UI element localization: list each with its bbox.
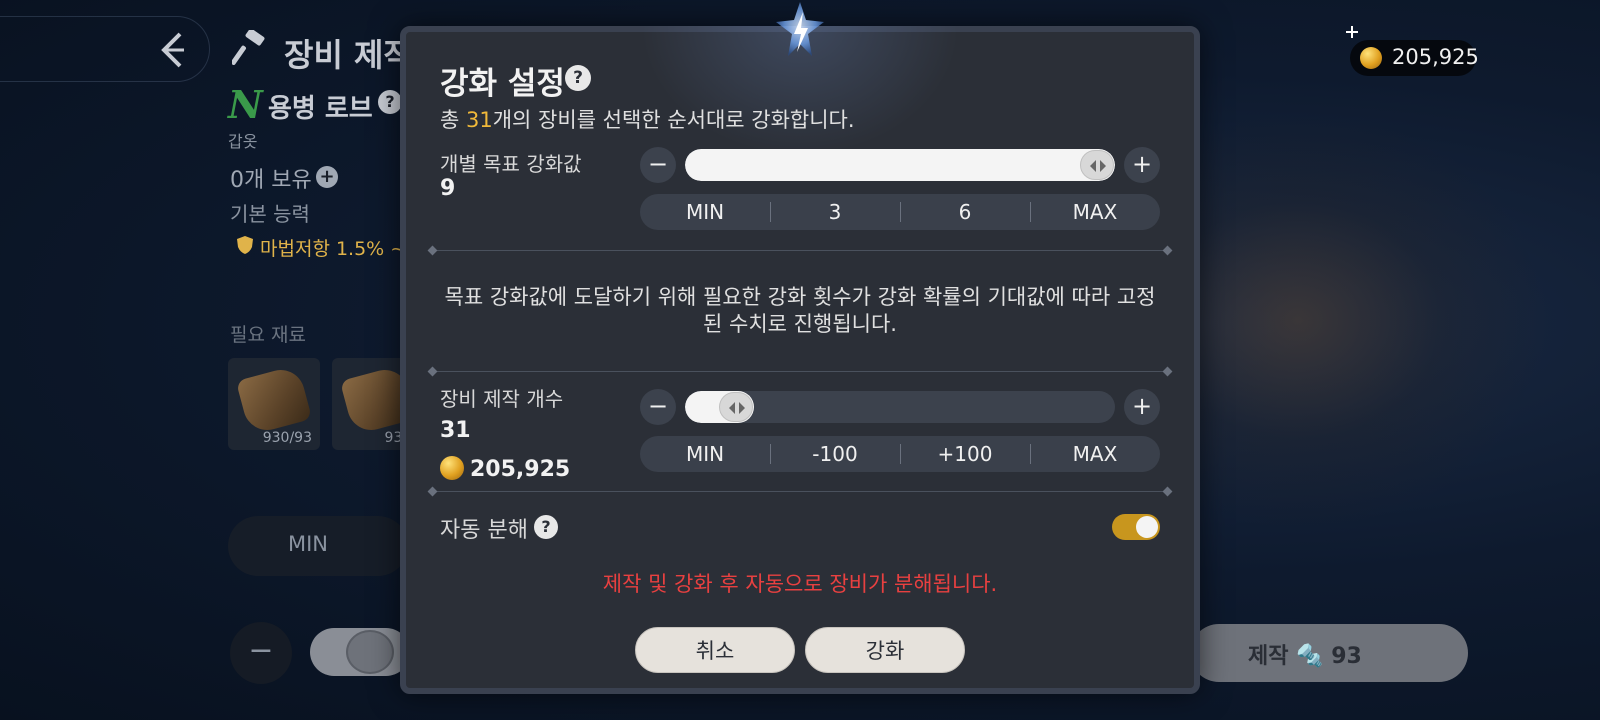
- help-icon[interactable]: ?: [565, 65, 591, 91]
- target-level-value: 9: [440, 176, 456, 201]
- target-level-label: 개별 목표 강화값: [440, 152, 582, 176]
- drag-arrows-icon: [729, 402, 745, 414]
- cancel-button[interactable]: 취소: [635, 627, 795, 673]
- materials-label: 필요 재료: [230, 324, 306, 346]
- preset-3[interactable]: 3: [770, 194, 900, 230]
- preset-min[interactable]: MIN: [640, 194, 770, 230]
- bg-preset-min[interactable]: MIN: [288, 532, 328, 556]
- item-help-icon[interactable]: ?: [378, 90, 402, 114]
- dialog-title: 강화 설정: [440, 66, 565, 102]
- item-name: 용병 로브: [268, 94, 373, 124]
- target-level-slider[interactable]: [685, 149, 1115, 181]
- auto-dismantle-label: 자동 분해: [440, 518, 528, 543]
- warning-text: 제작 및 강화 후 자동으로 장비가 분해됩니다.: [602, 572, 998, 596]
- gold-amount: 205,925: [1392, 45, 1479, 69]
- leather-scroll-icon: [235, 364, 313, 436]
- divider: [432, 250, 1168, 251]
- preset-6[interactable]: 6: [900, 194, 1030, 230]
- enhance-button[interactable]: 강화: [805, 627, 965, 673]
- lightning-emblem-icon: [776, 2, 824, 56]
- item-type: 갑옷: [228, 132, 258, 151]
- add-icon[interactable]: +: [316, 166, 338, 188]
- dialog-subtitle: 총 31개의 장비를 선택한 순서대로 강화합니다.: [440, 104, 855, 134]
- description-text: 목표 강화값에 도달하기 위해 필요한 강화 횟수가 강화 확률의 기대값에 따…: [444, 285, 1156, 336]
- grade-badge: N: [228, 82, 263, 127]
- chevron-left-icon[interactable]: [158, 30, 188, 70]
- preset-max[interactable]: MAX: [1030, 436, 1160, 472]
- base-stat-label: 기본 능력: [230, 202, 310, 226]
- preset-plus-100[interactable]: +100: [900, 436, 1030, 472]
- hammer-icon: [232, 30, 265, 65]
- craft-count-label: 장비 제작 개수: [440, 387, 564, 411]
- craft-count-value: 31: [440, 418, 471, 443]
- target-plus-button[interactable]: +: [1124, 147, 1160, 183]
- count-preset-bar: MIN -100 +100 MAX: [640, 436, 1160, 472]
- target-slider-knob[interactable]: [1080, 150, 1114, 180]
- count-plus-button[interactable]: +: [1124, 389, 1160, 425]
- gold-coin-icon: [440, 456, 464, 480]
- auto-dismantle-help-icon[interactable]: ?: [534, 515, 558, 539]
- shield-icon: [237, 236, 253, 254]
- target-slider-fill: [685, 149, 1115, 181]
- count-minus-button[interactable]: −: [640, 389, 676, 425]
- material-count: 930/93: [262, 430, 312, 446]
- target-minus-button[interactable]: −: [640, 147, 676, 183]
- sparkle-icon: [1346, 26, 1358, 38]
- screen-title: 장비 제작: [284, 36, 413, 74]
- make-button-label[interactable]: 제작 🔩 93: [1248, 638, 1362, 670]
- subtitle-prefix: 총: [440, 108, 466, 132]
- preset-minus-100[interactable]: -100: [770, 436, 900, 472]
- drag-arrows-icon: [1090, 160, 1106, 172]
- preset-min[interactable]: MIN: [640, 436, 770, 472]
- bg-minus-button[interactable]: −: [230, 622, 292, 684]
- craft-cost: 205,925: [440, 456, 570, 482]
- subtitle-count: 31: [466, 108, 493, 132]
- count-slider-knob[interactable]: [719, 392, 753, 422]
- subtitle-suffix: 개의 장비를 선택한 순서대로 강화합니다.: [492, 108, 855, 132]
- bg-slider-knob[interactable]: [346, 630, 394, 674]
- base-stat-value: 마법저항 1.5% ~: [260, 238, 407, 260]
- toggle-knob[interactable]: [1136, 516, 1158, 538]
- craft-cost-amount: 205,925: [470, 457, 571, 482]
- preset-max[interactable]: MAX: [1030, 194, 1160, 230]
- divider: [432, 371, 1168, 372]
- gold-coin-icon: [1360, 47, 1382, 69]
- target-preset-bar: MIN 3 6 MAX: [640, 194, 1160, 230]
- material-slot[interactable]: 930/93: [228, 358, 320, 450]
- owned-count: 0개 보유: [230, 168, 312, 193]
- divider: [432, 491, 1168, 492]
